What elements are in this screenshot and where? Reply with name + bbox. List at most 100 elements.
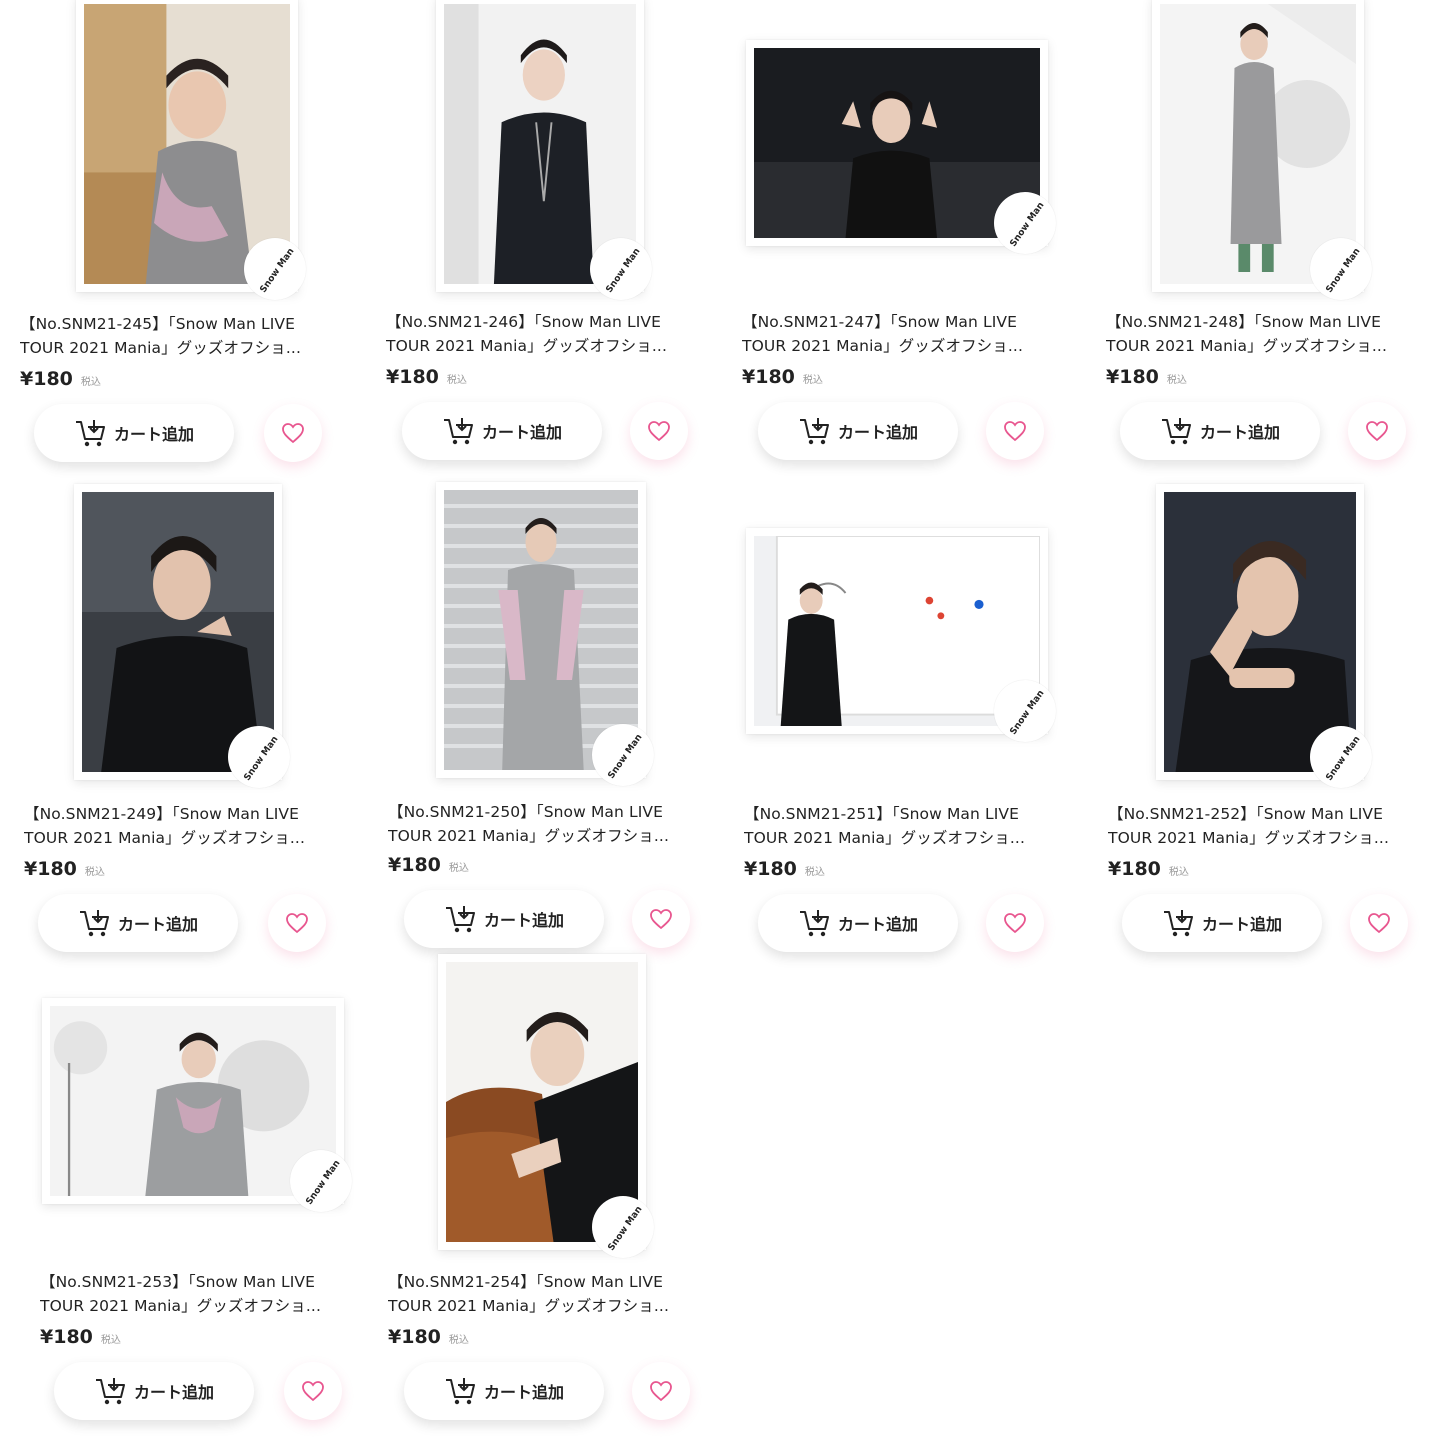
cart-add-icon: [444, 904, 476, 934]
favorite-button[interactable]: [264, 404, 322, 462]
add-to-cart-button[interactable]: カート追加: [1122, 894, 1322, 952]
cart-add-icon: [94, 1376, 126, 1406]
product-photo[interactable]: Snow Man: [436, 0, 652, 300]
product-photo[interactable]: Snow Man: [74, 484, 290, 788]
product-title[interactable]: 【No.SNM21-245】「Snow Man LIVE TOUR 2021 Ma…: [20, 312, 340, 360]
product-card[interactable]: Snow Man 【No.SNM21-254】「Snow Man LIVE TOU…: [388, 954, 728, 1430]
product-photo[interactable]: Snow Man: [438, 954, 654, 1258]
svg-text:Snow Man: Snow Man: [1008, 201, 1046, 249]
heart-outline-icon: [650, 909, 672, 930]
product-card[interactable]: Snow Man 【No.SNM21-253】「Snow Man LIVE TOU…: [40, 960, 380, 1430]
product-card[interactable]: Snow Man 【No.SNM21-250】「Snow Man LIVE TOU…: [388, 482, 728, 958]
product-photo[interactable]: Snow Man: [746, 40, 1056, 254]
product-photo[interactable]: Snow Man: [746, 528, 1056, 742]
cart-button-label: カート追加: [483, 1383, 564, 1402]
tax-label: 税込: [448, 863, 469, 874]
cart-add-icon: [1160, 416, 1192, 446]
price: ¥180: [388, 1326, 441, 1348]
product-card[interactable]: Snow Man 【No.SNM21-248】「Snow Man LIVE TOU…: [1100, 0, 1440, 470]
favorite-button[interactable]: [986, 894, 1044, 952]
favorite-button[interactable]: [632, 1362, 690, 1420]
product-title[interactable]: 【No.SNM21-250】「Snow Man LIVE TOUR 2021 Ma…: [388, 800, 708, 848]
favorite-button[interactable]: [284, 1362, 342, 1420]
tax-label: 税込: [804, 867, 825, 878]
heart-outline-icon: [302, 1381, 324, 1402]
snow-man-logo: Snow Man: [1324, 247, 1362, 295]
product-card[interactable]: Snow Man 【No.SNM21-245】「Snow Man LIVE TOU…: [20, 0, 360, 470]
heart-outline-icon: [286, 913, 308, 934]
product-title[interactable]: 【No.SNM21-247】「Snow Man LIVE TOUR 2021 Ma…: [742, 310, 1062, 358]
snow-man-logo: Snow Man: [304, 1159, 342, 1207]
snow-man-logo: Snow Man: [604, 247, 642, 295]
price-row: ¥180 税込: [24, 858, 105, 880]
heart-outline-icon: [1368, 913, 1390, 934]
price-row: ¥180 税込: [742, 366, 823, 388]
tax-label: 税込: [1168, 867, 1189, 878]
svg-text:Snow Man: Snow Man: [304, 1159, 342, 1207]
favorite-button[interactable]: [630, 402, 688, 460]
price-row: ¥180 税込: [1108, 858, 1189, 880]
add-to-cart-button[interactable]: カート追加: [404, 1362, 604, 1420]
cart-add-icon: [1162, 908, 1194, 938]
product-photo[interactable]: Snow Man: [76, 0, 306, 300]
add-to-cart-button[interactable]: カート追加: [38, 894, 238, 952]
cart-add-icon: [798, 416, 830, 446]
product-title[interactable]: 【No.SNM21-248】「Snow Man LIVE TOUR 2021 Ma…: [1106, 310, 1426, 358]
snow-man-logo: Snow Man: [258, 247, 296, 295]
svg-text:Snow Man: Snow Man: [242, 735, 280, 783]
svg-text:Snow Man: Snow Man: [258, 247, 296, 295]
tax-label: 税込: [446, 375, 467, 386]
favorite-button[interactable]: [632, 890, 690, 948]
add-to-cart-button[interactable]: カート追加: [758, 402, 958, 460]
heart-outline-icon: [650, 1381, 672, 1402]
cart-button-label: カート追加: [113, 425, 194, 444]
snow-man-logo: Snow Man: [1324, 735, 1362, 783]
tax-label: 税込: [84, 867, 105, 878]
cart-button-label: カート追加: [837, 423, 918, 442]
cart-add-icon: [798, 908, 830, 938]
tax-label: 税込: [1166, 375, 1187, 386]
svg-text:Snow Man: Snow Man: [1324, 247, 1362, 295]
heart-outline-icon: [648, 421, 670, 442]
cart-button-label: カート追加: [837, 915, 918, 934]
product-photo[interactable]: Snow Man: [1152, 0, 1372, 300]
price: ¥180: [24, 858, 77, 880]
product-card[interactable]: Snow Man 【No.SNM21-249】「Snow Man LIVE TOU…: [24, 484, 364, 960]
add-to-cart-button[interactable]: カート追加: [1120, 402, 1320, 460]
favorite-button[interactable]: [1350, 894, 1408, 952]
price-row: ¥180 税込: [388, 854, 469, 876]
price: ¥180: [1108, 858, 1161, 880]
product-card[interactable]: Snow Man 【No.SNM21-251】「Snow Man LIVE TOU…: [744, 490, 1084, 960]
snow-man-logo: Snow Man: [606, 733, 644, 781]
product-title[interactable]: 【No.SNM21-251】「Snow Man LIVE TOUR 2021 Ma…: [744, 802, 1064, 850]
product-title[interactable]: 【No.SNM21-246】「Snow Man LIVE TOUR 2021 Ma…: [386, 310, 706, 358]
svg-text:Snow Man: Snow Man: [606, 1205, 644, 1253]
add-to-cart-button[interactable]: カート追加: [402, 402, 602, 460]
product-photo[interactable]: Snow Man: [436, 482, 654, 786]
favorite-button[interactable]: [986, 402, 1044, 460]
product-photo[interactable]: Snow Man: [1156, 484, 1372, 788]
add-to-cart-button[interactable]: カート追加: [54, 1362, 254, 1420]
snow-man-logo: Snow Man: [1008, 689, 1046, 737]
add-to-cart-button[interactable]: カート追加: [404, 890, 604, 948]
cart-button-label: カート追加: [481, 423, 562, 442]
product-title[interactable]: 【No.SNM21-253】「Snow Man LIVE TOUR 2021 Ma…: [40, 1270, 360, 1318]
add-to-cart-button[interactable]: カート追加: [758, 894, 958, 952]
product-title[interactable]: 【No.SNM21-252】「Snow Man LIVE TOUR 2021 Ma…: [1108, 802, 1428, 850]
product-card[interactable]: Snow Man 【No.SNM21-247】「Snow Man LIVE TOU…: [742, 0, 1082, 470]
product-card[interactable]: Snow Man 【No.SNM21-252】「Snow Man LIVE TOU…: [1108, 484, 1440, 960]
product-photo[interactable]: Snow Man: [42, 998, 352, 1212]
favorite-button[interactable]: [268, 894, 326, 952]
favorite-button[interactable]: [1348, 402, 1406, 460]
cart-add-icon: [444, 1376, 476, 1406]
price: ¥180: [20, 368, 73, 390]
snow-man-logo: Snow Man: [242, 735, 280, 783]
heart-outline-icon: [1366, 421, 1388, 442]
product-title[interactable]: 【No.SNM21-254】「Snow Man LIVE TOUR 2021 Ma…: [388, 1270, 708, 1318]
product-title[interactable]: 【No.SNM21-249】「Snow Man LIVE TOUR 2021 Ma…: [24, 802, 344, 850]
tax-label: 税込: [80, 377, 101, 388]
add-to-cart-button[interactable]: カート追加: [34, 404, 234, 462]
price-row: ¥180 税込: [388, 1326, 469, 1348]
product-card[interactable]: Snow Man 【No.SNM21-246】「Snow Man LIVE TOU…: [386, 0, 726, 470]
heart-outline-icon: [1004, 421, 1026, 442]
